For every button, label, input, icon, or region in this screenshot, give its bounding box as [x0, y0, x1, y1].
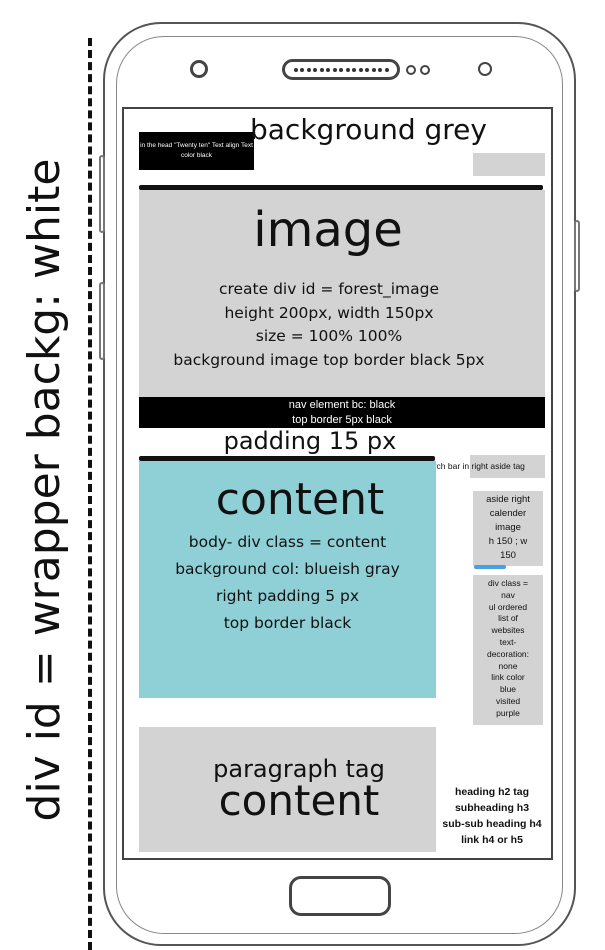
content-line: background col: blueish gray	[175, 560, 400, 578]
wrapper-label: div id = wrapper backg: white	[19, 158, 70, 822]
padding-note: padding 15 px	[223, 427, 397, 455]
home-button[interactable]	[289, 876, 391, 916]
heading-line: sub-sub heading h4	[442, 818, 542, 830]
content-description: body- div class = content background col…	[150, 529, 425, 637]
wrapper-boundary-dashed-line	[88, 38, 92, 950]
heading-line: link h4 or h5	[461, 834, 523, 846]
content-line: body- div class = content	[188, 533, 387, 551]
banner-line: create div id = forest_image	[218, 280, 440, 298]
aside-calendar-line: image	[495, 522, 521, 533]
heading-line: subheading h3	[454, 802, 530, 814]
header-right-block	[473, 153, 545, 176]
aside-calendar-line: 150	[500, 550, 516, 561]
aside-calendar-block: aside right calender image h 150 ; w 150	[473, 491, 543, 566]
aside-nav-line: list of	[498, 613, 518, 624]
aside-nav-line: link color	[491, 672, 525, 683]
headings-note: heading h2 tag subheading h3 sub-sub hea…	[432, 784, 552, 848]
aside-nav-line: ul ordered	[488, 601, 528, 612]
paragraph-content-label: content	[218, 776, 380, 825]
header-title: background grey	[250, 113, 487, 146]
aside-calendar-line: calender	[489, 508, 527, 519]
aside-nav-line: decoration:	[486, 648, 530, 659]
aside-nav-line: text-	[499, 636, 517, 647]
aside-nav-line: div class =	[488, 578, 528, 588]
banner-line: background image top border black 5px	[173, 350, 485, 369]
sensor-icon	[420, 65, 430, 75]
banner-line: size = 100% 100%	[255, 327, 403, 345]
logo-note-box: in the head "Twenty ten" Text align Text…	[139, 132, 254, 170]
sensor-icon	[406, 65, 416, 75]
speaker-grille-icon	[282, 59, 400, 80]
aside-calendar-line: aside right	[486, 494, 530, 505]
aside-nav-line: websites	[491, 625, 525, 636]
banner-line: height 200px, width 150px	[224, 303, 434, 322]
content-title: content	[215, 474, 385, 525]
content-line: top border black	[223, 614, 352, 632]
aside-nav-line: blue	[499, 684, 517, 695]
aside-nav-line: nav	[501, 589, 515, 600]
calendar-progress-bar	[474, 565, 506, 569]
banner-description: create div id = forest_image height 200p…	[139, 278, 519, 372]
phone-volume-button	[99, 155, 105, 233]
heading-line: heading h2 tag	[454, 786, 530, 798]
nav-note-line: nav element bc: black	[288, 399, 396, 411]
aside-nav-line: none	[498, 660, 518, 671]
aside-nav-line: purple	[496, 707, 520, 718]
aside-calendar-line: h 150 ; w	[488, 536, 528, 547]
phone-power-button	[574, 220, 580, 292]
front-camera-icon	[190, 60, 208, 78]
sensor-icon	[478, 62, 492, 76]
content-line: right padding 5 px	[215, 587, 360, 605]
aside-nav-block: div class = nav ul ordered list of websi…	[473, 575, 543, 725]
aside-nav-line: visited	[495, 695, 521, 706]
banner-title: image	[253, 202, 403, 258]
phone-volume-button	[99, 282, 105, 360]
